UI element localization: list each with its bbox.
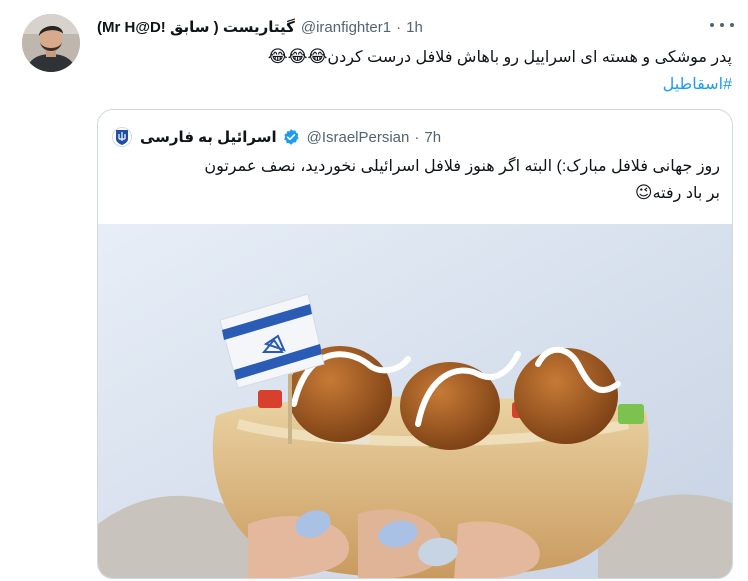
- quoted-separator-dot: ·: [414, 128, 420, 146]
- more-horizontal-icon[interactable]: [710, 18, 734, 32]
- quoted-timestamp[interactable]: 7h: [424, 129, 441, 146]
- tweet-text: پدر موشکی و هسته ای اسراییل رو باهاش فلا…: [97, 44, 732, 71]
- separator-dot: ·: [396, 18, 402, 36]
- verified-badge-icon: [283, 129, 299, 145]
- timestamp[interactable]: 1h: [406, 19, 423, 36]
- quoted-tweet-header: اسرائیل به فارسی @IsraelPersian · 7h: [112, 126, 441, 148]
- quoted-text-line2: بر باد رفته: [652, 185, 720, 202]
- quoted-user-handle[interactable]: @IsraelPersian: [307, 129, 410, 146]
- tweet-header: گیتاریست ( سابق !Mr H@D) @iranfighter1 ·…: [97, 14, 717, 40]
- avatar[interactable]: [22, 14, 80, 72]
- user-handle[interactable]: @iranfighter1: [301, 19, 391, 36]
- winking-face-emoji: 😉: [634, 183, 653, 203]
- quoted-display-name[interactable]: اسرائیل به فارسی: [140, 128, 277, 146]
- israel-emblem-icon[interactable]: [112, 127, 132, 147]
- laughing-tears-emoji: 😂😂😂: [267, 47, 328, 67]
- quoted-tweet[interactable]: اسرائیل به فارسی @IsraelPersian · 7h روز…: [97, 109, 733, 579]
- quoted-tweet-text: روز جهانی فلافل مبارک:) البته اگر هنوز ف…: [108, 154, 720, 207]
- avatar-photo: [22, 14, 80, 72]
- quoted-text-line1: روز جهانی فلافل مبارک:) البته اگر هنوز ف…: [204, 158, 720, 175]
- hashtag-link[interactable]: #اسقاطیل: [97, 72, 732, 98]
- falafel-pita-image[interactable]: [98, 224, 733, 579]
- tweet-text-body: پدر موشکی و هسته ای اسراییل رو باهاش فلا…: [327, 49, 732, 66]
- display-name[interactable]: گیتاریست ( سابق !Mr H@D): [97, 18, 295, 36]
- tweet[interactable]: گیتاریست ( سابق !Mr H@D) @iranfighter1 ·…: [0, 0, 748, 581]
